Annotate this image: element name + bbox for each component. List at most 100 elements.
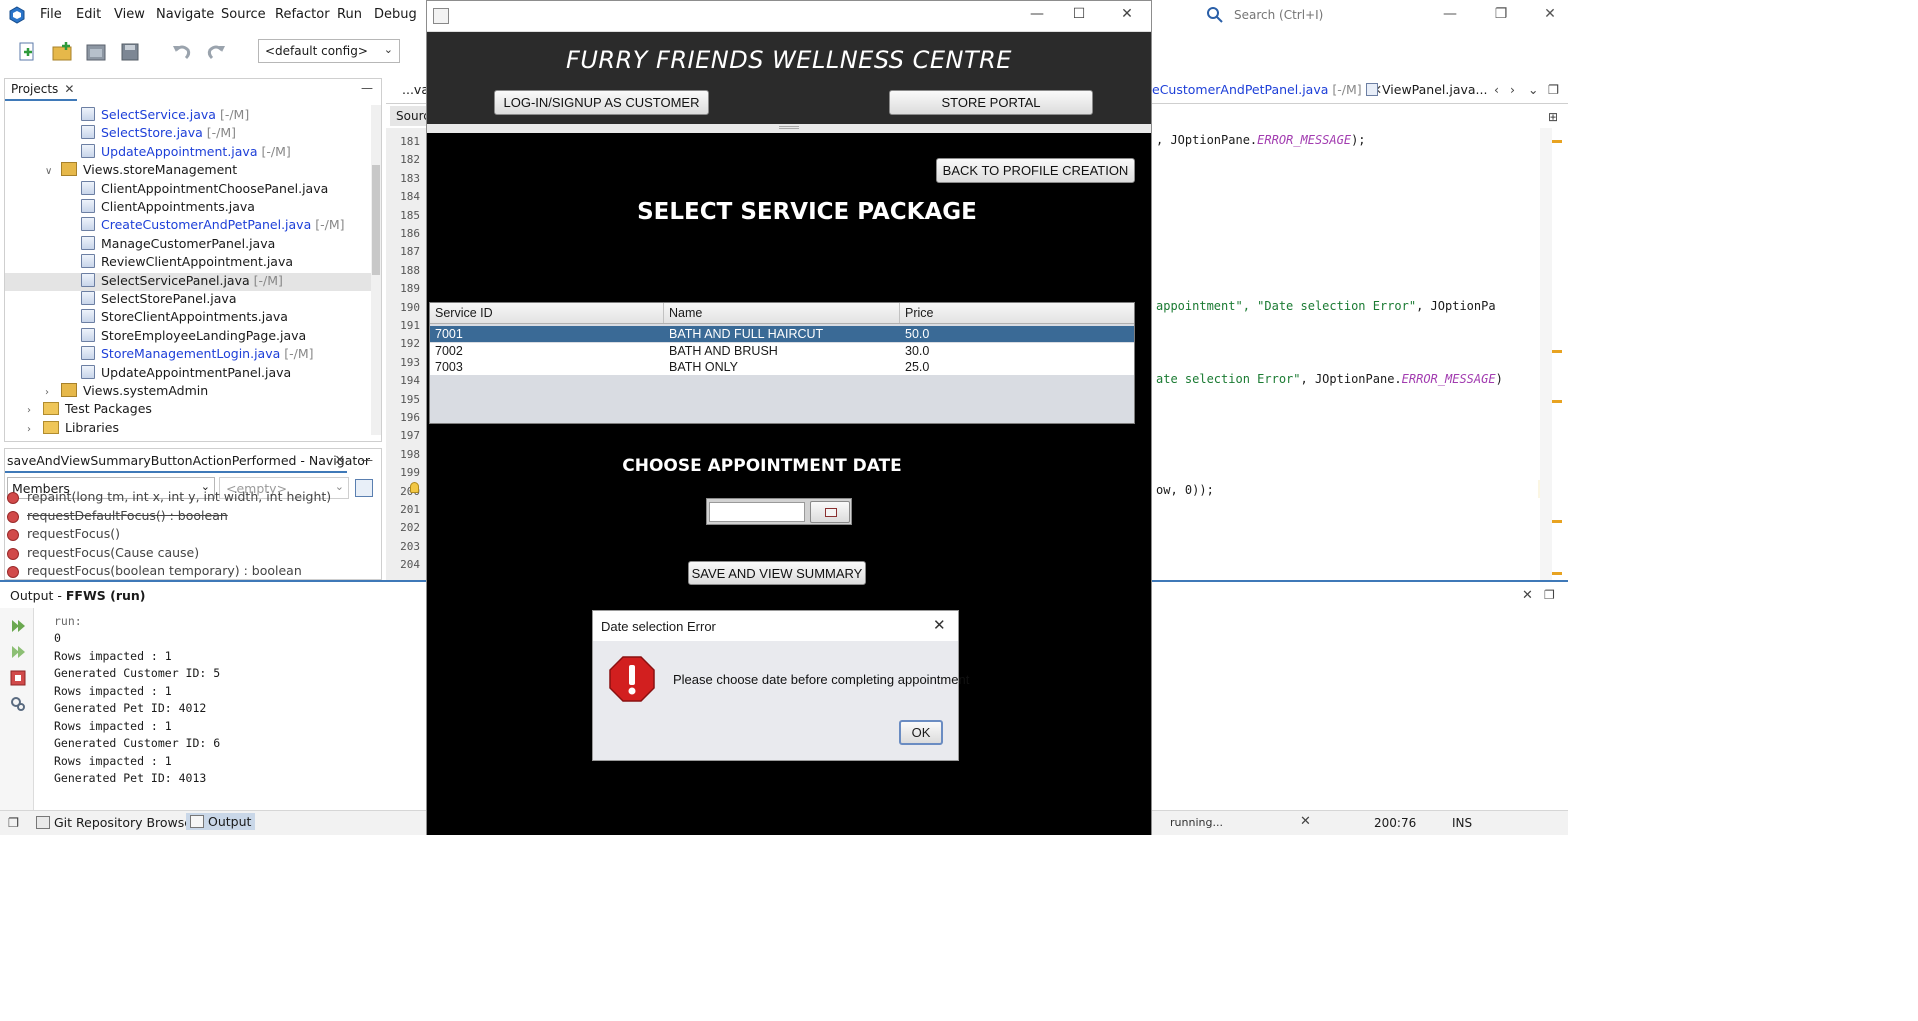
tree-file-item[interactable]: ManageCustomerPanel.java [5, 235, 371, 254]
ide-search-input[interactable] [1228, 5, 1430, 25]
tab-output[interactable]: Output [186, 813, 256, 830]
navigator-member[interactable]: requestFocus(boolean temporary) : boolea… [7, 563, 302, 579]
search-icon[interactable] [1206, 6, 1226, 24]
tab-projects[interactable]: Projects ✕ [5, 79, 77, 101]
navigator-member[interactable]: requestDefaultFocus() : boolean [7, 508, 228, 526]
tree-folder-item[interactable]: › Test Packages [5, 401, 371, 419]
menu-debug[interactable]: Debug [374, 7, 417, 22]
tree-file-item[interactable]: SelectService.java [-/M] [5, 107, 371, 125]
warning-marker[interactable] [1552, 350, 1562, 353]
tree-file-item[interactable]: StoreEmployeeLandingPage.java [5, 327, 371, 346]
editor-tab-viewpanel[interactable]: ViewPanel.java... [1366, 82, 1487, 97]
menu-file[interactable]: File [40, 7, 62, 22]
collapse-toggle-icon[interactable]: › [45, 387, 57, 398]
rerun-icon[interactable] [10, 618, 26, 634]
settings-icon[interactable] [10, 696, 26, 712]
filter-icon[interactable] [355, 479, 373, 497]
table-row[interactable]: 7002 BATH AND BRUSH 30.0 [430, 342, 1134, 359]
tree-package-item[interactable]: › Views.systemAdmin [5, 383, 371, 401]
tree-file-item[interactable]: StoreClientAppointments.java [5, 309, 371, 327]
split-pane-divider[interactable] [427, 124, 1151, 133]
collapse-toggle-icon[interactable]: › [27, 405, 39, 416]
scrollbar[interactable] [1540, 128, 1552, 580]
config-select[interactable]: <default config> ⌄ [258, 39, 400, 63]
table-row[interactable]: 7003 BATH ONLY 25.0 [430, 359, 1134, 375]
undo-icon[interactable] [170, 40, 194, 64]
close-icon[interactable]: ✕ [64, 82, 74, 96]
expand-toggle-icon[interactable]: ∨ [45, 166, 57, 177]
menu-refactor[interactable]: Refactor [275, 7, 330, 22]
split-editor-icon[interactable]: ⊞ [1548, 110, 1558, 124]
navigator-member[interactable]: requestFocus() [7, 526, 120, 544]
navigator-member[interactable]: requestFocus(Cause cause) [7, 545, 199, 563]
tree-file-item[interactable]: UpdateAppointment.java [-/M] [5, 143, 371, 162]
ide-restore-icon[interactable]: ❐ [1491, 6, 1511, 22]
tree-file-item[interactable]: SelectServicePanel.java [-/M] [5, 272, 371, 291]
column-header-price[interactable]: Price [900, 303, 1134, 323]
close-icon[interactable]: ✕ [933, 616, 946, 634]
code-editor[interactable]: , JOptionPane.ERROR_MESSAGE); appointment… [1152, 128, 1538, 580]
menu-source[interactable]: Source [221, 7, 266, 22]
column-header-name[interactable]: Name [664, 303, 900, 323]
navigator-member[interactable]: repaint(long tm, int x, int y, int width… [7, 489, 331, 507]
ok-button[interactable]: OK [899, 720, 943, 745]
warning-marker[interactable] [1552, 572, 1562, 575]
close-icon[interactable]: ✕ [1115, 6, 1139, 22]
tree-file-item[interactable]: ReviewClientAppointment.java [5, 254, 371, 272]
redo-icon[interactable] [204, 40, 228, 64]
chevron-left-icon[interactable]: ‹ [1494, 82, 1499, 97]
close-icon[interactable]: ✕ [1522, 588, 1533, 603]
restore-icon[interactable]: ❐ [1544, 588, 1555, 602]
tab-source[interactable]: Source [390, 106, 437, 126]
tree-file-item[interactable]: CreateCustomerAndPetPanel.java [-/M] [5, 217, 371, 235]
collapse-toggle-icon[interactable]: › [27, 424, 39, 435]
new-project-icon[interactable] [50, 40, 74, 64]
tree-package-item[interactable]: ∨ Views.storeManagement [5, 162, 371, 180]
tree-file-item[interactable]: ClientAppointments.java [5, 199, 371, 217]
table-row[interactable]: 7001 BATH AND FULL HAIRCUT 50.0 [430, 326, 1134, 342]
chevron-down-icon[interactable]: ⌄ [1528, 82, 1538, 97]
restore-icon[interactable]: ❐ [1548, 82, 1559, 97]
menu-navigate[interactable]: Navigate [156, 7, 214, 22]
store-portal-button[interactable]: STORE PORTAL [889, 90, 1093, 115]
tree-file-item[interactable]: SelectStorePanel.java [5, 291, 371, 309]
tree-file-item[interactable]: StoreManagementLogin.java [-/M] [5, 346, 371, 364]
column-header-service-id[interactable]: Service ID [430, 303, 664, 323]
divider-grip[interactable] [779, 126, 799, 129]
minimize-icon[interactable]: — [361, 453, 373, 467]
tree-folder-item[interactable]: › Libraries [5, 420, 371, 438]
menu-view[interactable]: View [114, 7, 145, 22]
minimize-icon[interactable]: — [1025, 6, 1049, 22]
back-to-profile-button[interactable]: BACK TO PROFILE CREATION [936, 158, 1135, 183]
date-input[interactable] [709, 502, 805, 522]
scrollbar-thumb[interactable] [372, 165, 380, 275]
menu-run[interactable]: Run [337, 7, 362, 22]
scrollbar[interactable] [371, 105, 381, 435]
navigator-tab[interactable]: saveAndViewSummaryButtonActionPerformed … [5, 449, 370, 473]
tab-git-repository-browser[interactable]: Git Repository Browser [36, 815, 197, 830]
editor-tab[interactable]: ...va [402, 82, 429, 97]
login-signup-button[interactable]: LOG-IN/SIGNUP AS CUSTOMER [494, 90, 709, 115]
open-project-icon[interactable] [84, 40, 108, 64]
new-file-icon[interactable] [16, 40, 40, 64]
cancel-task-icon[interactable]: ✕ [1300, 814, 1311, 829]
restore-icon[interactable]: ❐ [8, 815, 19, 830]
tree-file-item[interactable]: SelectStore.java [-/M] [5, 125, 371, 143]
chevron-right-icon[interactable]: › [1510, 82, 1515, 97]
ide-minimize-icon[interactable]: — [1440, 6, 1460, 22]
warning-marker[interactable] [1552, 400, 1562, 403]
tree-file-item[interactable]: UpdateAppointmentPanel.java [5, 364, 371, 383]
stop-icon[interactable] [10, 670, 26, 686]
editor-tab-create-customer[interactable]: eCustomerAndPetPanel.java [-/M] ✕ [1152, 82, 1382, 97]
menu-edit[interactable]: Edit [76, 7, 101, 22]
tree-file-item[interactable]: ClientAppointmentChoosePanel.java [5, 180, 371, 199]
minimize-icon[interactable]: — [361, 81, 373, 95]
maximize-icon[interactable]: ☐ [1067, 6, 1091, 22]
hint-lightbulb-icon[interactable] [410, 481, 419, 493]
warning-marker[interactable] [1552, 520, 1562, 523]
ide-close-icon[interactable]: ✕ [1540, 6, 1560, 22]
rerun-with-params-icon[interactable] [10, 644, 26, 660]
save-all-icon[interactable] [118, 40, 142, 64]
save-and-view-summary-button[interactable]: SAVE AND VIEW SUMMARY [688, 561, 866, 585]
close-icon[interactable]: ✕ [335, 452, 345, 467]
